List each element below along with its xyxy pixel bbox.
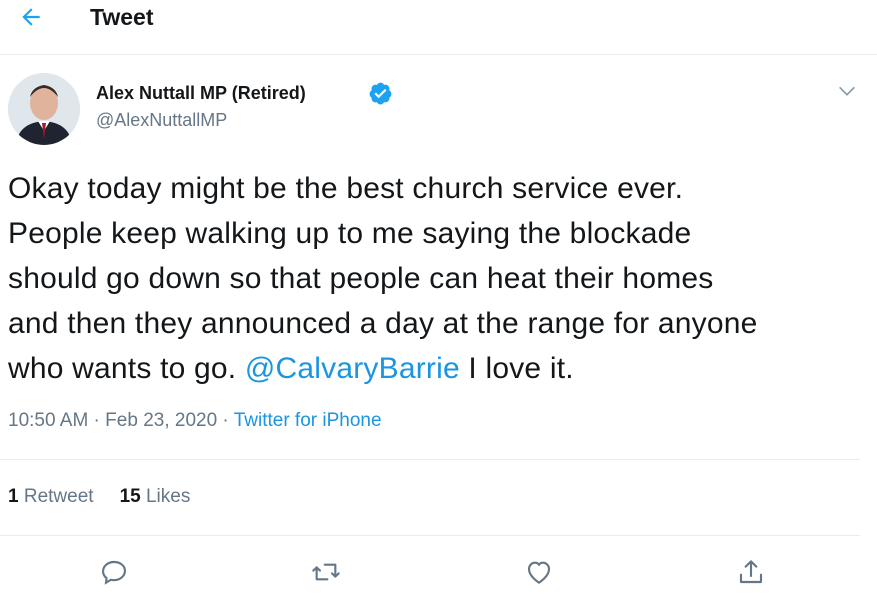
tweet-text-line: Okay today might be the best church serv…: [8, 172, 684, 205]
divider: [0, 459, 860, 460]
likes-count: 15: [119, 486, 141, 507]
share-icon[interactable]: [735, 556, 767, 588]
tweet-text-fragment: I love it.: [459, 352, 574, 385]
chevron-down-icon[interactable]: [836, 80, 858, 102]
likes-label: Likes: [145, 486, 191, 507]
divider: [0, 535, 860, 536]
arrow-left-icon[interactable]: [18, 4, 44, 30]
tweet-date[interactable]: Feb 23, 2020: [105, 410, 217, 431]
tweet-text-line: People keep walking up to me saying the …: [8, 217, 692, 250]
tweet-text: Okay today might be the best church serv…: [8, 166, 868, 391]
tweet-stats: 1 Retweet 15 Likes: [8, 486, 190, 508]
retweet-icon[interactable]: [310, 556, 342, 588]
meta-separator: ·: [88, 410, 106, 431]
page-title: Tweet: [90, 4, 154, 30]
tweet-text-line: who wants to go. @CalvaryBarrie I love i…: [8, 346, 868, 391]
header-bar: Tweet: [0, 0, 877, 55]
likes-stat[interactable]: 15 Likes: [120, 486, 191, 507]
mention-link[interactable]: @CalvaryBarrie: [245, 352, 460, 385]
tweet-text-fragment: who wants to go.: [8, 352, 237, 385]
verified-badge-icon: [368, 81, 393, 106]
reply-icon[interactable]: [98, 556, 130, 588]
author-display-name[interactable]: Alex Nuttall MP (Retired): [96, 83, 306, 104]
avatar[interactable]: [8, 73, 80, 145]
like-icon[interactable]: [523, 556, 555, 588]
tweet-source-link[interactable]: Twitter for iPhone: [234, 410, 382, 431]
retweets-label: Retweet: [23, 486, 94, 507]
retweets-count: 1: [8, 486, 19, 507]
tweet-meta: 10:50 AM · Feb 23, 2020 · Twitter for iP…: [8, 410, 382, 432]
tweet-text-line: should go down so that people can heat t…: [8, 262, 714, 295]
meta-separator: ·: [217, 410, 234, 431]
tweet-text-line: and then they announced a day at the ran…: [8, 307, 758, 340]
author-handle[interactable]: @AlexNuttallMP: [96, 110, 227, 131]
tweet-time[interactable]: 10:50 AM: [8, 410, 88, 431]
retweets-stat[interactable]: 1 Retweet: [8, 486, 94, 507]
